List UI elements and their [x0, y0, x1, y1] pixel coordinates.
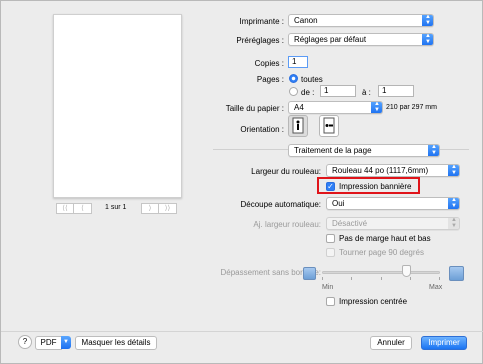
- portrait-orientation-icon: [292, 117, 304, 134]
- pages-label: Pages :: [256, 75, 284, 84]
- pdf-button[interactable]: PDF: [35, 336, 62, 350]
- pages-from-label: de :: [301, 88, 315, 97]
- popup-arrows-icon: ▲ ▼: [371, 102, 382, 113]
- pdf-menu-arrow-icon[interactable]: ▼: [61, 336, 71, 349]
- roll-width-value: Rouleau 44 po (1117,6mm): [332, 166, 429, 175]
- last-page-button[interactable]: ⟩⟩: [159, 203, 177, 214]
- auto-cut-label: Découpe automatique:: [240, 200, 322, 209]
- orientation-label: Orientation :: [240, 125, 284, 134]
- slider-max-label: Max: [429, 284, 443, 291]
- popup-arrows-icon: ▲ ▼: [422, 34, 433, 45]
- banner-label: Impression bannière: [339, 182, 412, 191]
- pages-to-label: à :: [362, 88, 371, 97]
- fit-roll-label: Aj. largeur rouleau:: [253, 220, 321, 229]
- centered-checkbox[interactable]: [326, 297, 335, 306]
- fit-roll-select[interactable]: Désactivé ▲ ▼: [326, 217, 460, 230]
- paper-dimensions: 210 par 297 mm: [386, 104, 437, 111]
- section-select[interactable]: Traitement de la page ▲ ▼: [288, 144, 440, 157]
- pages-range-radio[interactable]: [289, 87, 298, 96]
- slider-tick: [381, 277, 382, 280]
- rotate90-label: Tourner page 90 degrés: [339, 248, 424, 257]
- pages-all-radio[interactable]: [289, 74, 298, 83]
- presets-label: Préréglages :: [236, 36, 284, 45]
- no-margin-checkbox[interactable]: [326, 234, 335, 243]
- popup-arrows-icon: ▲ ▼: [422, 15, 433, 26]
- pager-right-group: ⟩ ⟩⟩: [141, 203, 177, 214]
- landscape-orientation-icon: [323, 117, 335, 134]
- print-dialog: ⟨⟨ ⟨ 1 sur 1 ⟩ ⟩⟩ Imprimante : Canon ▲ ▼ …: [0, 0, 483, 364]
- popup-arrows-icon: ▲ ▼: [448, 218, 459, 229]
- slider-tick: [351, 277, 352, 280]
- help-button[interactable]: ?: [18, 335, 32, 349]
- presets-value: Réglages par défaut: [294, 35, 367, 44]
- banner-checkbox[interactable]: ✓: [326, 182, 335, 191]
- no-margin-label: Pas de marge haut et bas: [339, 234, 431, 243]
- previous-page-button[interactable]: ⟨: [74, 203, 92, 214]
- printer-value: Canon: [294, 16, 318, 25]
- page-preview: [53, 14, 182, 198]
- slider-min-label: Min: [322, 284, 334, 291]
- landscape-button[interactable]: [319, 115, 339, 137]
- roll-width-select[interactable]: Rouleau 44 po (1117,6mm) ▲ ▼: [326, 164, 460, 177]
- min-overflow-icon: [303, 267, 316, 280]
- cancel-button[interactable]: Annuler: [370, 336, 412, 350]
- pages-to-field[interactable]: 1: [378, 85, 414, 97]
- pages-all-label: toutes: [301, 75, 323, 84]
- printer-select[interactable]: Canon ▲ ▼: [288, 14, 434, 27]
- next-page-button[interactable]: ⟩: [141, 203, 159, 214]
- copies-label: Copies :: [254, 59, 284, 68]
- hide-details-button[interactable]: Masquer les détails: [75, 336, 157, 350]
- roll-width-label: Largeur du rouleau:: [251, 167, 321, 176]
- rotate90-checkbox[interactable]: [326, 248, 335, 257]
- pages-from-field[interactable]: 1: [320, 85, 356, 97]
- auto-cut-value: Oui: [332, 199, 345, 208]
- slider-tick: [410, 277, 411, 280]
- section-value: Traitement de la page: [294, 146, 372, 155]
- popup-arrows-icon: ▲ ▼: [448, 165, 459, 176]
- popup-arrows-icon: ▲ ▼: [448, 198, 459, 209]
- paper-size-select[interactable]: A4 ▲ ▼: [288, 101, 383, 114]
- slider-tick: [439, 277, 440, 280]
- print-button[interactable]: Imprimer: [421, 336, 467, 350]
- first-page-button[interactable]: ⟨⟨: [56, 203, 74, 214]
- portrait-button[interactable]: [288, 115, 308, 137]
- fit-roll-value: Désactivé: [332, 219, 368, 228]
- centered-label: Impression centrée: [339, 297, 408, 306]
- overflow-slider-track[interactable]: [322, 271, 440, 274]
- printer-label: Imprimante :: [239, 17, 284, 26]
- popup-arrows-icon: ▲ ▼: [428, 145, 439, 156]
- page-count: 1 sur 1: [105, 204, 127, 211]
- max-overflow-icon: [449, 266, 464, 281]
- copies-field[interactable]: 1: [288, 56, 308, 68]
- overflow-slider-knob[interactable]: [401, 265, 411, 277]
- pager-left-group: ⟨⟨ ⟨: [56, 203, 92, 214]
- paper-size-label: Taille du papier :: [225, 104, 284, 113]
- slider-tick: [322, 277, 323, 280]
- footer-divider: [1, 331, 483, 332]
- auto-cut-select[interactable]: Oui ▲ ▼: [326, 197, 460, 210]
- presets-select[interactable]: Réglages par défaut ▲ ▼: [288, 33, 434, 46]
- paper-size-value: A4: [294, 103, 304, 112]
